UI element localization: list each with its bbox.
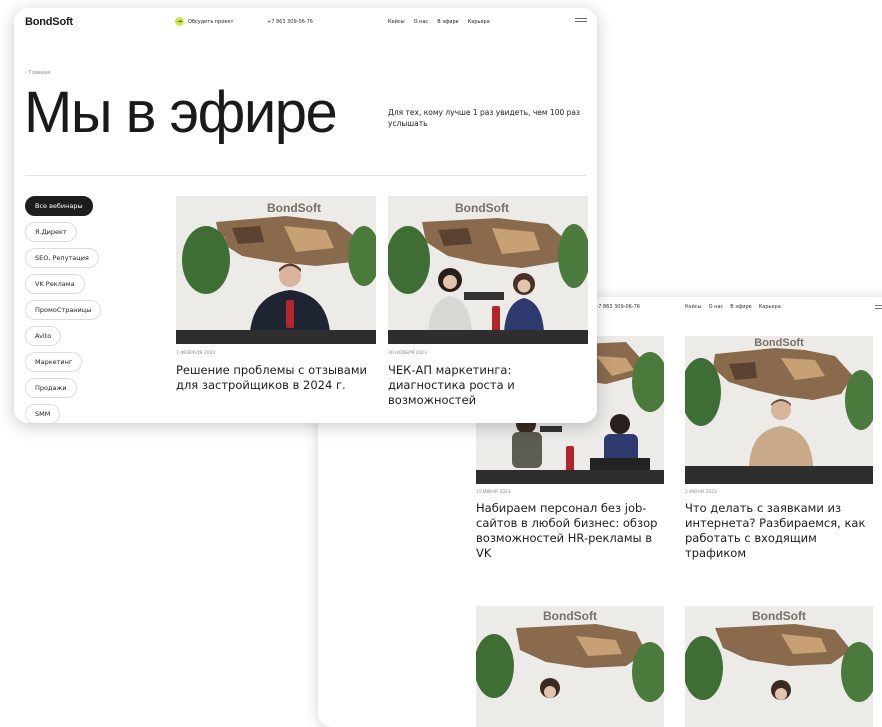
- nav-cases[interactable]: Кейсы: [388, 19, 405, 25]
- phone-link[interactable]: +7 863 309-06-76: [267, 19, 313, 25]
- webinar-title[interactable]: Набираем персонал без job-сайтов в любой…: [476, 501, 664, 561]
- site-logo[interactable]: BondSoft: [25, 16, 73, 28]
- filter-vk-ads[interactable]: VK Реклама: [25, 274, 85, 294]
- filter-list: Все вебинары Я.Директ SEO, Репутация VK …: [25, 196, 102, 423]
- header-nav: Кейсы О нас В эфире Карьера: [388, 19, 490, 25]
- webinar-card[interactable]: BondSoft 7 ФЕВРАЛЯ 2024 Решение проблемы…: [176, 196, 376, 393]
- filter-smm[interactable]: SMM: [25, 404, 61, 423]
- phone-link[interactable]: +7 863 309-06-76: [594, 304, 640, 310]
- nav-on-air[interactable]: В эфире: [437, 19, 459, 25]
- filter-marketing[interactable]: Маркетинг: [25, 352, 83, 372]
- webinar-thumbnail[interactable]: BondSoft: [476, 606, 664, 727]
- webinar-title[interactable]: Что делать с заявками из интернета? Разб…: [685, 501, 873, 561]
- webinar-card[interactable]: BondSoft 2 ИЮНЯ 2023 Что делать с заявка…: [685, 336, 873, 561]
- webinar-date: 15 ИЮНЯ 2023: [476, 490, 511, 495]
- nav-about[interactable]: О нас: [414, 19, 429, 25]
- divider: [25, 175, 586, 176]
- webinar-date: 2 ИЮНЯ 2023: [685, 490, 717, 495]
- webinar-title[interactable]: Решение проблемы с отзывами для застройщ…: [176, 363, 376, 393]
- webinar-date: 7 ФЕВРАЛЯ 2024: [176, 351, 216, 356]
- discuss-project-label: Обсудить проект: [188, 18, 234, 25]
- nav-career[interactable]: Карьера: [759, 304, 781, 310]
- nav-cases[interactable]: Кейсы: [685, 304, 702, 310]
- breadcrumb[interactable]: ‹ Главная: [25, 70, 50, 76]
- watermark-logo: BondSoft: [754, 337, 804, 349]
- page-lead: Для тех, кому лучше 1 раз увидеть, чем 1…: [388, 108, 580, 128]
- webinars-page: BondSoft → Обсудить проект +7 863 309-06…: [14, 8, 597, 423]
- filter-seo[interactable]: SEO, Репутация: [25, 248, 99, 268]
- watermark-logo: BondSoft: [543, 609, 597, 623]
- webinar-card[interactable]: BondSoft: [476, 606, 664, 727]
- nav-career[interactable]: Карьера: [468, 19, 490, 25]
- filter-sales[interactable]: Продажи: [25, 378, 77, 398]
- menu-icon[interactable]: [875, 303, 882, 311]
- menu-icon[interactable]: [575, 16, 587, 24]
- webinar-date: 30 НОЯБРЯ 2023: [388, 351, 428, 356]
- filter-promo-pages[interactable]: ПромоСтраницы: [25, 300, 102, 320]
- discuss-project-button[interactable]: → Обсудить проект: [175, 17, 233, 26]
- watermark-logo: BondSoft: [455, 201, 509, 215]
- page-title: Мы в эфире: [24, 80, 338, 145]
- filter-yandex-direct[interactable]: Я.Директ: [25, 222, 77, 242]
- webinar-card[interactable]: BondSoft: [685, 606, 873, 727]
- watermark-logo: BondSoft: [752, 609, 806, 623]
- arrow-icon: →: [175, 17, 184, 26]
- webinar-card[interactable]: BondSoft 30 НОЯБРЯ 2023 ЧЕК-АП маркетинг…: [388, 196, 588, 408]
- webinar-thumbnail[interactable]: BondSoft: [685, 336, 873, 484]
- webinar-thumbnail[interactable]: BondSoft: [388, 196, 588, 344]
- nav-on-air[interactable]: В эфире: [730, 304, 752, 310]
- webinar-thumbnail[interactable]: BondSoft: [685, 606, 873, 727]
- filter-all[interactable]: Все вебинары: [25, 196, 93, 216]
- webinar-thumbnail[interactable]: BondSoft: [176, 196, 376, 344]
- watermark-logo: BondSoft: [267, 201, 321, 215]
- nav-about[interactable]: О нас: [709, 304, 724, 310]
- filter-avito[interactable]: Avito: [25, 326, 62, 346]
- webinar-title[interactable]: ЧЕК-АП маркетинга: диагностика роста и в…: [388, 363, 588, 408]
